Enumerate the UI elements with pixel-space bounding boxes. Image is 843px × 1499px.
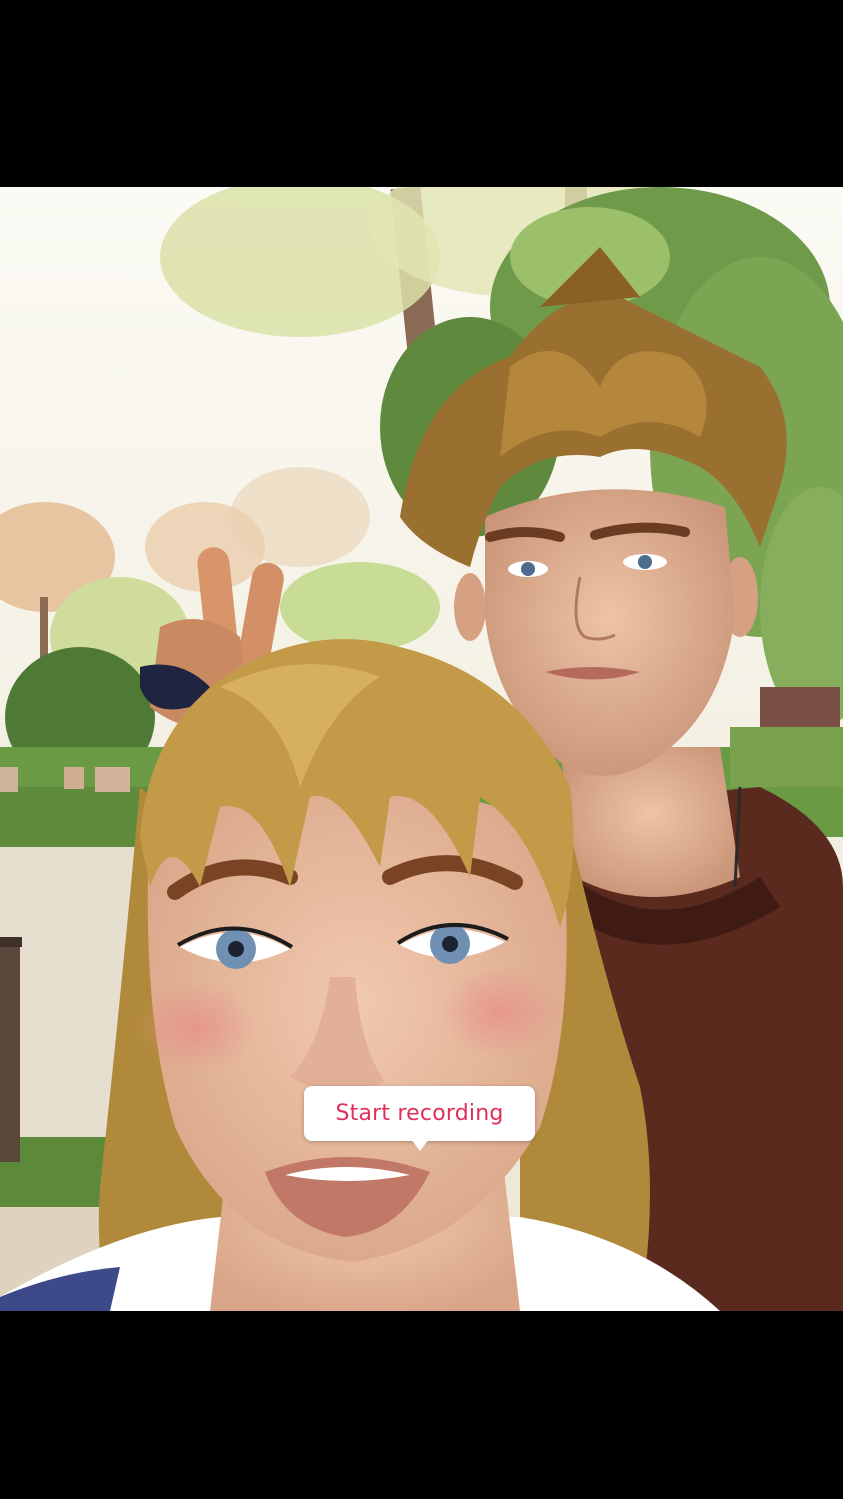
- start-recording-label[interactable]: Start recording: [335, 1101, 503, 1126]
- top-letterbox: [0, 0, 843, 187]
- bottom-letterbox: [0, 1311, 843, 1499]
- start-recording-tooltip[interactable]: Start recording: [304, 1086, 535, 1141]
- tooltip-pointer: [411, 1139, 429, 1151]
